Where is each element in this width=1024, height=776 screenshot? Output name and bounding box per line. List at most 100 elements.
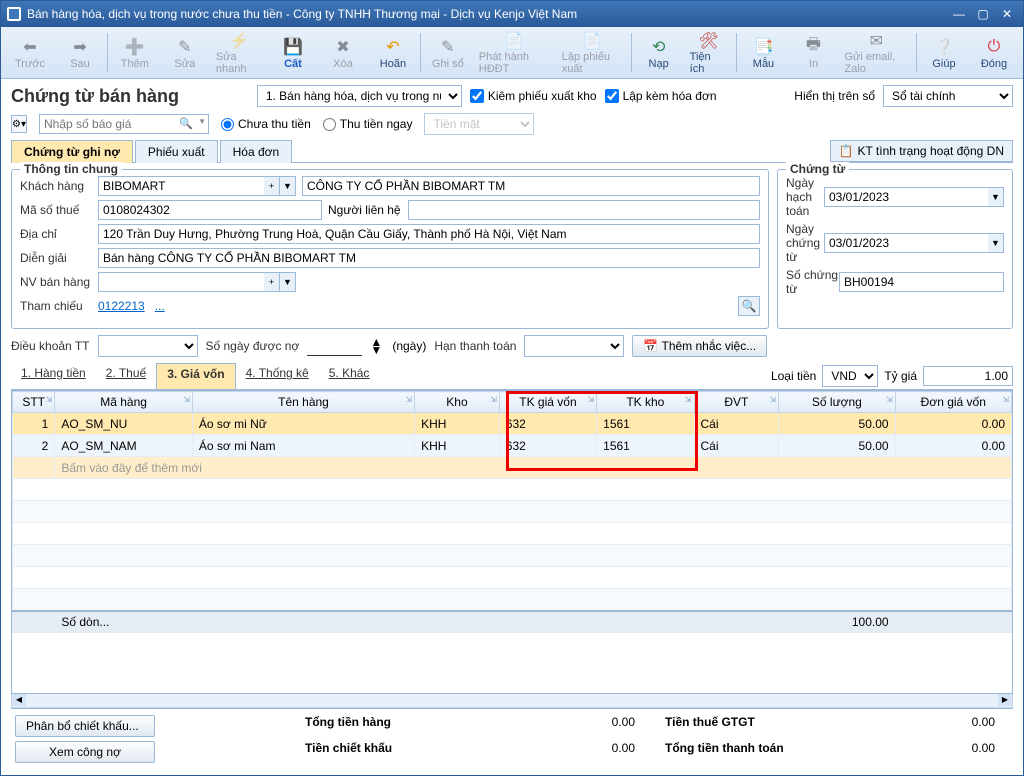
currency-select[interactable]: VND xyxy=(822,365,878,387)
col-name[interactable]: Tên hàng⇲ xyxy=(192,392,414,413)
tab-export-slip[interactable]: Phiếu xuất xyxy=(135,140,218,163)
voucher-panel: Chứng từ Ngày hạch toán▼ Ngày chứng từ▼ … xyxy=(777,169,1013,329)
chk-hoadon[interactable]: Lập kèm hóa đơn xyxy=(605,89,717,103)
col-unit[interactable]: ĐVT⇲ xyxy=(694,392,779,413)
book-icon: ✎ xyxy=(441,36,454,58)
add-button[interactable]: ➕Thêm xyxy=(110,29,160,76)
display-label: Hiển thị trên sổ xyxy=(794,89,875,103)
tab-invoice[interactable]: Hóa đơn xyxy=(220,140,293,163)
quick-edit-button[interactable]: ⚡Sửa nhanh xyxy=(210,29,268,76)
edit-button[interactable]: ✎Sửa xyxy=(160,29,210,76)
help-button[interactable]: ❔Giúp xyxy=(919,29,969,76)
template-button[interactable]: 📑Mẫu xyxy=(738,29,788,76)
subtab-cost[interactable]: 3. Giá vốn xyxy=(156,363,235,389)
col-wh-acc[interactable]: TK kho⇲ xyxy=(597,392,694,413)
rate-input[interactable] xyxy=(923,366,1013,386)
send-button[interactable]: ✉Gửi email, Zalo xyxy=(838,29,914,76)
check-status-button[interactable]: 📋KT tình trạng hoạt động DN xyxy=(830,140,1014,162)
delete-icon: ✖ xyxy=(336,36,349,58)
dropdown-icon[interactable]: ▼ xyxy=(198,117,206,126)
calendar-icon: 📅 xyxy=(643,339,658,353)
einvoice-button[interactable]: 📄Phát hành HĐĐT xyxy=(473,29,556,76)
customer-name-input[interactable] xyxy=(302,176,760,196)
chk-pxk[interactable]: Kiêm phiếu xuất kho xyxy=(470,89,597,103)
add-icon: ➕ xyxy=(125,36,145,58)
description-input[interactable] xyxy=(98,248,760,268)
display-select[interactable]: Sổ tài chính xyxy=(883,85,1013,107)
salesperson-dropdown-button[interactable]: ▼ xyxy=(280,272,296,292)
minimize-button[interactable]: — xyxy=(949,6,969,22)
reference-link[interactable]: 0122213 xyxy=(98,299,145,313)
forward-button[interactable]: ➡Sau xyxy=(55,29,105,76)
address-input[interactable] xyxy=(98,224,760,244)
utilities-button[interactable]: 🛠Tiện ích xyxy=(684,29,734,76)
date1-picker-button[interactable]: ▼ xyxy=(988,187,1004,207)
col-stt[interactable]: STT⇲ xyxy=(13,392,55,413)
customer-code-input[interactable] xyxy=(98,176,264,196)
subtab-items[interactable]: 1. Hàng tiền xyxy=(11,363,96,389)
tax-input[interactable] xyxy=(98,200,322,220)
contact-input[interactable] xyxy=(408,200,760,220)
reference-more-link[interactable]: ... xyxy=(155,299,165,313)
table-row[interactable]: 1AO_SM_NUÁo sơ mi NữKHH6321561Cái50.000.… xyxy=(13,413,1012,435)
delete-button[interactable]: ✖Xóa xyxy=(318,29,368,76)
salesperson-input[interactable] xyxy=(98,272,264,292)
arrow-right-icon: ➡ xyxy=(73,36,86,58)
days-down[interactable]: ▼ xyxy=(370,346,384,354)
close-button[interactable]: ⏻Đóng xyxy=(969,29,1019,76)
subtab-tax[interactable]: 2. Thuế xyxy=(96,363,156,389)
settings-gear-button[interactable]: ⚙▾ xyxy=(11,115,27,133)
col-code[interactable]: Mã hàng⇲ xyxy=(55,392,193,413)
col-cost-acc[interactable]: TK giá vốn⇲ xyxy=(499,392,596,413)
zoom-button[interactable]: 🔍 xyxy=(738,296,760,316)
close-window-button[interactable]: ✕ xyxy=(997,6,1017,22)
flash-icon: ⚡ xyxy=(229,31,249,51)
maximize-button[interactable]: ▢ xyxy=(973,6,993,22)
reload-button[interactable]: ⟲Nạp xyxy=(634,29,684,76)
post-button[interactable]: ✎Ghi sổ xyxy=(423,29,473,76)
power-icon: ⏻ xyxy=(988,36,1001,58)
items-grid[interactable]: STT⇲ Mã hàng⇲ Tên hàng⇲ Kho⇲ TK giá vốn⇲… xyxy=(11,390,1013,694)
help-icon: ❔ xyxy=(934,36,954,58)
radio-unpaid[interactable]: Chưa thu tiền xyxy=(221,117,311,131)
save-button[interactable]: 💾Cất xyxy=(268,29,318,76)
salesperson-add-button[interactable]: + xyxy=(264,272,280,292)
arrow-left-icon: ⬅ xyxy=(23,36,36,58)
add-reminder-button[interactable]: 📅 Thêm nhắc việc... xyxy=(632,335,767,357)
col-wh[interactable]: Kho⇲ xyxy=(415,392,500,413)
scroll-left[interactable]: ◀ xyxy=(12,694,26,706)
tab-debit-voucher[interactable]: Chứng từ ghi nợ xyxy=(11,140,133,163)
date2-picker-button[interactable]: ▼ xyxy=(988,233,1004,253)
back-button[interactable]: ⬅Trước xyxy=(5,29,55,76)
print-button[interactable]: 🖶In xyxy=(788,29,838,76)
radio-paid[interactable]: Thu tiền ngay xyxy=(323,117,413,131)
voucher-no-input[interactable] xyxy=(839,272,1004,292)
einvoice-icon: 📄 xyxy=(504,31,524,51)
h-scrollbar[interactable]: ◀▶ xyxy=(11,694,1013,708)
customer-add-button[interactable]: + xyxy=(264,176,280,196)
credit-days-input[interactable] xyxy=(307,336,362,356)
col-price[interactable]: Đơn giá vốn⇲ xyxy=(895,392,1011,413)
general-panel: Thông tin chung Khách hàng +▼ Mã số thuế… xyxy=(11,169,769,329)
add-row-hint[interactable]: Bấm vào đây để thêm mới xyxy=(13,457,1012,479)
sale-type-select[interactable]: 1. Bán hàng hóa, dịch vụ trong nước xyxy=(257,85,462,107)
save-icon: 💾 xyxy=(283,36,303,58)
totals-panel: Tổng tiền hàng0.00 Tiền thuế GTGT0.00 Ti… xyxy=(305,715,995,763)
customer-dropdown-button[interactable]: ▼ xyxy=(280,176,296,196)
mail-icon: ✉ xyxy=(870,31,883,51)
undo-button[interactable]: ↶Hoãn xyxy=(368,29,418,76)
due-date-select[interactable] xyxy=(524,335,624,357)
payment-terms-select[interactable] xyxy=(98,335,198,357)
view-debt-button[interactable]: Xem công nợ xyxy=(15,741,155,763)
export-slip-button[interactable]: 📄Lập phiếu xuất xyxy=(556,29,629,76)
col-qty[interactable]: Số lượng⇲ xyxy=(779,392,895,413)
payment-method-select: Tiền mặt xyxy=(424,113,534,135)
subtab-stats[interactable]: 4. Thống kê xyxy=(236,363,319,389)
table-row[interactable]: 2AO_SM_NAMÁo sơ mi NamKHH6321561Cái50.00… xyxy=(13,435,1012,457)
subtab-other[interactable]: 5. Khác xyxy=(319,363,380,389)
scroll-right[interactable]: ▶ xyxy=(998,694,1012,706)
voucher-date-input[interactable] xyxy=(824,233,988,253)
posting-date-input[interactable] xyxy=(824,187,988,207)
allocate-discount-button[interactable]: Phân bổ chiết khấu... xyxy=(15,715,155,737)
page-title: Chứng từ bán hàng xyxy=(11,86,179,107)
